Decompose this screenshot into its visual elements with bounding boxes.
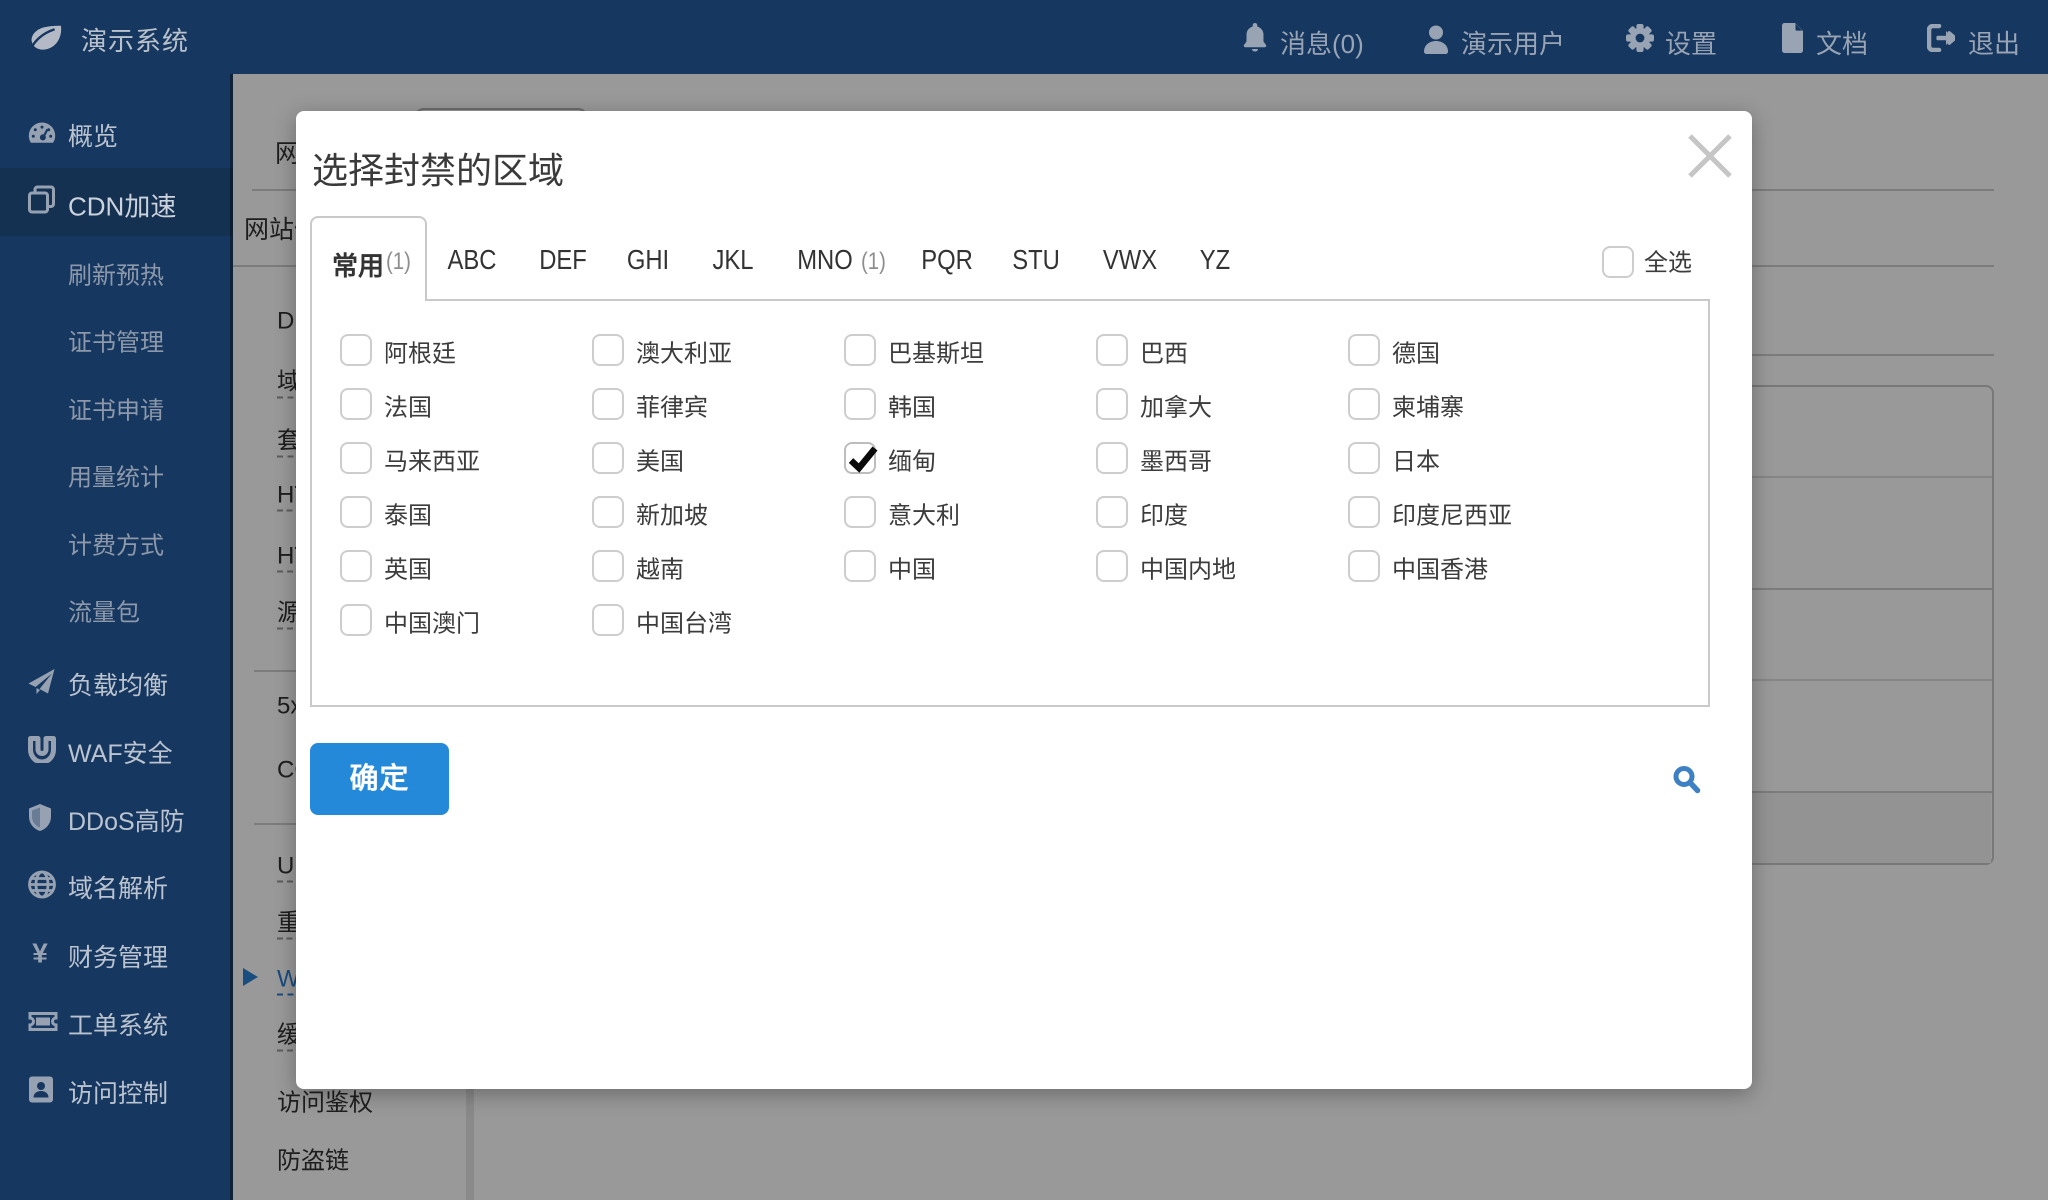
svg-text:¥: ¥ bbox=[32, 940, 48, 968]
